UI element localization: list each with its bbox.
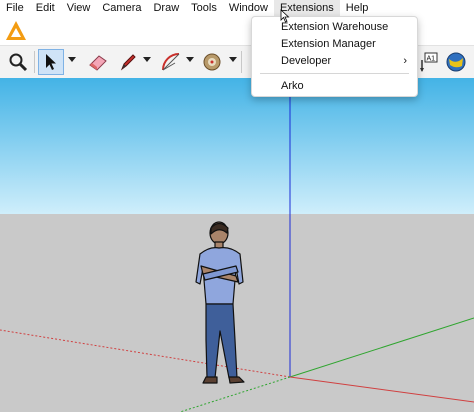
- menu-item-extension-manager[interactable]: Extension Manager: [252, 36, 417, 53]
- globe-icon: [446, 52, 466, 72]
- red-axis: [289, 376, 474, 403]
- menu-window[interactable]: Window: [223, 0, 274, 17]
- menu-view[interactable]: View: [61, 0, 97, 17]
- eraser-tool-button[interactable]: [85, 49, 111, 75]
- eraser-icon: [89, 55, 107, 71]
- mouse-cursor-icon: [280, 9, 290, 23]
- select-dropdown-caret[interactable]: [68, 57, 76, 62]
- toolbar-separator: [241, 51, 242, 73]
- arc-tool-button[interactable]: [158, 49, 184, 75]
- axes-and-figure: [0, 78, 474, 412]
- menu-separator: [260, 73, 409, 74]
- menu-item-extension-warehouse[interactable]: Extension Warehouse: [252, 19, 417, 36]
- paint-bucket-tool-button[interactable]: [199, 49, 225, 75]
- menu-item-label: Extension Manager: [281, 38, 376, 50]
- menu-file[interactable]: File: [0, 0, 30, 17]
- modeling-viewport[interactable]: [0, 78, 474, 412]
- menu-item-label: Developer: [281, 55, 332, 67]
- menu-item-label: Arko: [281, 80, 304, 92]
- sketchup-logo-icon: [6, 21, 26, 40]
- submenu-arrow-icon: ›: [403, 55, 407, 67]
- menu-help[interactable]: Help: [340, 0, 375, 17]
- menu-camera[interactable]: Camera: [96, 0, 147, 17]
- menu-item-label: Extension Warehouse: [281, 21, 389, 33]
- warehouse-tool-button[interactable]: [444, 49, 468, 75]
- select-arrow-icon: [46, 54, 56, 70]
- text-tool-label: A1: [427, 56, 436, 63]
- menu-item-developer[interactable]: Developer ›: [252, 53, 417, 70]
- select-tool-button[interactable]: [38, 49, 64, 75]
- green-axis: [289, 317, 474, 378]
- menu-bar: File Edit View Camera Draw Tools Window …: [0, 0, 474, 17]
- zoom-icon: [9, 53, 28, 72]
- menu-edit[interactable]: Edit: [30, 0, 61, 17]
- zoom-tool-button[interactable]: [5, 49, 31, 75]
- arc-dropdown-caret[interactable]: [186, 57, 194, 62]
- pencil-icon: [120, 54, 136, 71]
- pencil-dropdown-caret[interactable]: [143, 57, 151, 62]
- paint-bucket-dropdown-caret[interactable]: [229, 57, 237, 62]
- scale-figure: [195, 221, 245, 384]
- menu-item-arko[interactable]: Arko: [252, 78, 417, 95]
- paint-bucket-icon: [203, 53, 221, 71]
- arc-icon: [162, 53, 180, 71]
- pencil-tool-button[interactable]: [116, 49, 140, 75]
- text-icon: A1: [420, 52, 438, 72]
- extensions-dropdown-menu: Extension Warehouse Extension Manager De…: [251, 16, 418, 97]
- menu-draw[interactable]: Draw: [147, 0, 185, 17]
- red-axis-negative: [0, 329, 291, 378]
- toolbar-separator: [34, 51, 35, 73]
- text-tool-button[interactable]: A1: [416, 49, 440, 75]
- menu-tools[interactable]: Tools: [185, 0, 223, 17]
